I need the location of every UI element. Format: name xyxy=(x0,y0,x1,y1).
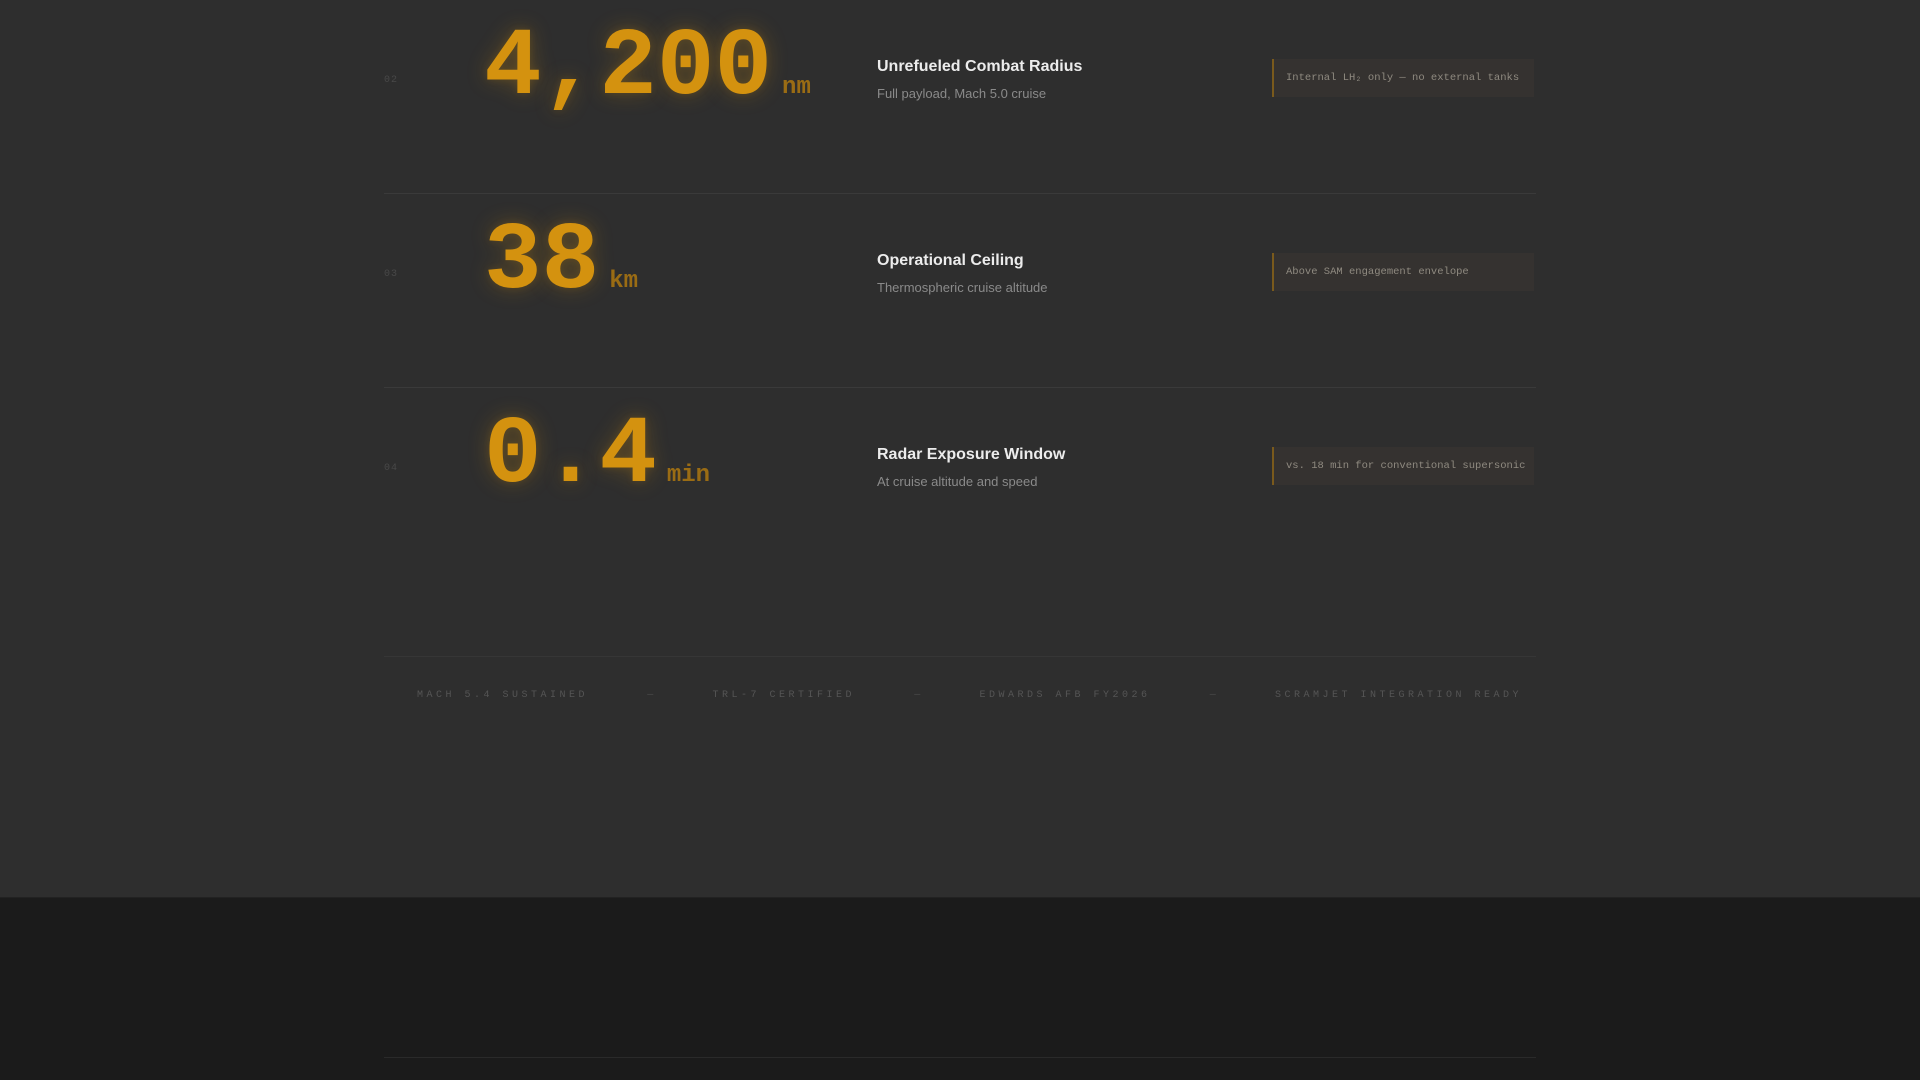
metric-subtitle: Thermospheric cruise altitude xyxy=(877,280,1048,295)
metric-display: 4,200 nm xyxy=(484,20,811,116)
metric-unit: nm xyxy=(782,74,811,101)
footer-tags: MACH 5.4 SUSTAINED — TRL-7 CERTIFIED — E… xyxy=(384,690,1536,701)
metric-display: 38 km xyxy=(484,214,638,310)
next-section xyxy=(0,897,1920,1080)
metric-title: Operational Ceiling xyxy=(877,252,1024,269)
metric-note: Above SAM engagement envelope xyxy=(1272,253,1534,291)
metric-row: 04 0.4 min Radar Exposure Window At crui… xyxy=(384,388,1536,581)
footer-separator: — xyxy=(1209,690,1216,701)
row-index: 03 xyxy=(384,269,399,280)
row-index: 04 xyxy=(384,463,399,474)
metric-note: Internal LH₂ only — no external tanks xyxy=(1272,59,1534,97)
metric-title: Radar Exposure Window xyxy=(877,446,1066,463)
metric-subtitle: At cruise altitude and speed xyxy=(877,474,1038,489)
page: 02 4,200 nm Unrefueled Combat Radius Ful… xyxy=(0,0,1920,1080)
section-divider xyxy=(384,1057,1536,1058)
footer-tag: TRL-7 CERTIFIED xyxy=(712,690,855,701)
footer-tag: EDWARDS AFB FY2026 xyxy=(979,690,1151,701)
metric-row: 03 38 km Operational Ceiling Thermospher… xyxy=(384,194,1536,388)
metric-value: 0.4 xyxy=(484,401,657,510)
footer-divider xyxy=(384,656,1536,657)
metric-description: Unrefueled Combat Radius Full payload, M… xyxy=(877,58,1257,101)
metric-value: 4,200 xyxy=(484,13,773,122)
metric-row: 02 4,200 nm Unrefueled Combat Radius Ful… xyxy=(384,0,1536,194)
row-index: 02 xyxy=(384,75,399,86)
footer-tag: MACH 5.4 SUSTAINED xyxy=(417,690,589,701)
metric-unit: km xyxy=(609,268,639,295)
metric-note: vs. 18 min for conventional supersonic xyxy=(1272,447,1534,485)
metric-subtitle: Full payload, Mach 5.0 cruise xyxy=(877,86,1047,101)
metric-description: Radar Exposure Window At cruise altitude… xyxy=(877,446,1257,489)
footer-separator: — xyxy=(647,690,654,701)
metric-description: Operational Ceiling Thermospheric cruise… xyxy=(877,252,1257,295)
footer-tag: SCRAMJET INTEGRATION READY xyxy=(1274,690,1522,701)
metric-title: Unrefueled Combat Radius xyxy=(877,58,1083,75)
metric-unit: min xyxy=(666,462,711,489)
spec-section: 02 4,200 nm Unrefueled Combat Radius Ful… xyxy=(0,0,1920,897)
footer-separator: — xyxy=(914,690,921,701)
spec-list: 02 4,200 nm Unrefueled Combat Radius Ful… xyxy=(384,0,1536,701)
metric-value: 38 xyxy=(484,207,600,316)
metric-display: 0.4 min xyxy=(484,408,710,504)
